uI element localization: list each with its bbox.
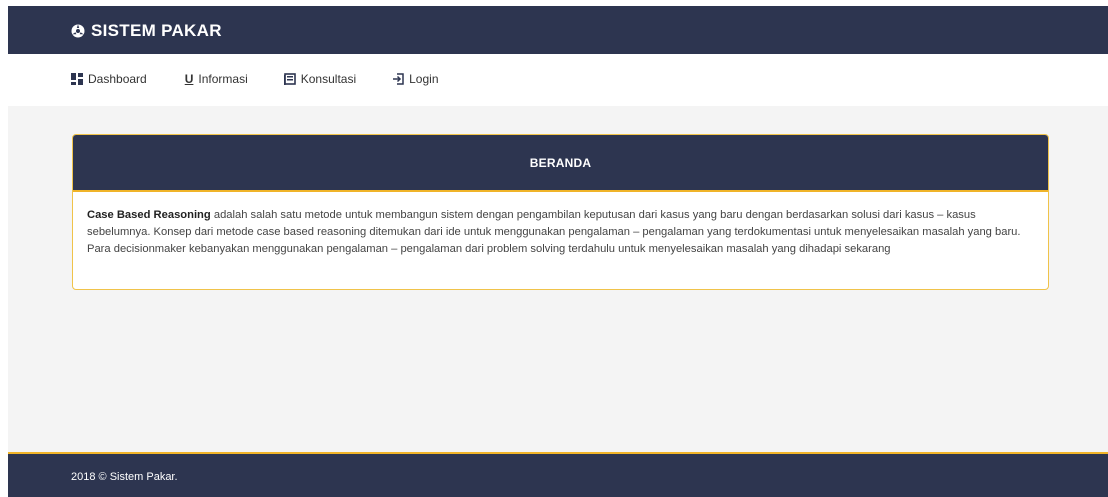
page-frame: SISTEM PAKAR Dashboard U Informasi Konsu… [8, 6, 1108, 497]
underline-u-icon: U [184, 72, 194, 86]
dashboard-grid-icon [71, 73, 83, 85]
brand-title: SISTEM PAKAR [91, 21, 222, 40]
main-nav: Dashboard U Informasi Konsultasi Login [8, 54, 1108, 106]
top-bar: SISTEM PAKAR [8, 6, 1108, 54]
card-description: adalah salah satu metode untuk membangun… [87, 209, 1021, 255]
card-title: BERANDA [529, 155, 592, 170]
brand-logo[interactable]: SISTEM PAKAR [71, 21, 222, 41]
nav-item-login[interactable]: Login [392, 72, 439, 86]
nav-label: Login [409, 72, 439, 86]
card-header: BERANDA [73, 135, 1048, 192]
nav-item-informasi[interactable]: U Informasi [185, 72, 248, 86]
settings-icon [71, 24, 85, 38]
footer: 2018 © Sistem Pakar. [8, 452, 1108, 497]
nav-label: Konsultasi [300, 72, 357, 86]
footer-copyright: 2018 © Sistem Pakar. [71, 471, 178, 483]
card-body: Case Based Reasoning adalah salah satu m… [73, 192, 1048, 273]
beranda-card: BERANDA Case Based Reasoning adalah sala… [72, 134, 1049, 290]
book-icon [283, 73, 296, 85]
nav-label: Informasi [198, 72, 248, 86]
nav-item-dashboard[interactable]: Dashboard [71, 72, 147, 86]
nav-item-konsultasi[interactable]: Konsultasi [283, 72, 357, 86]
login-icon [393, 73, 404, 85]
nav-label: Dashboard [88, 72, 147, 86]
card-lead-text: Case Based Reasoning [87, 209, 211, 221]
